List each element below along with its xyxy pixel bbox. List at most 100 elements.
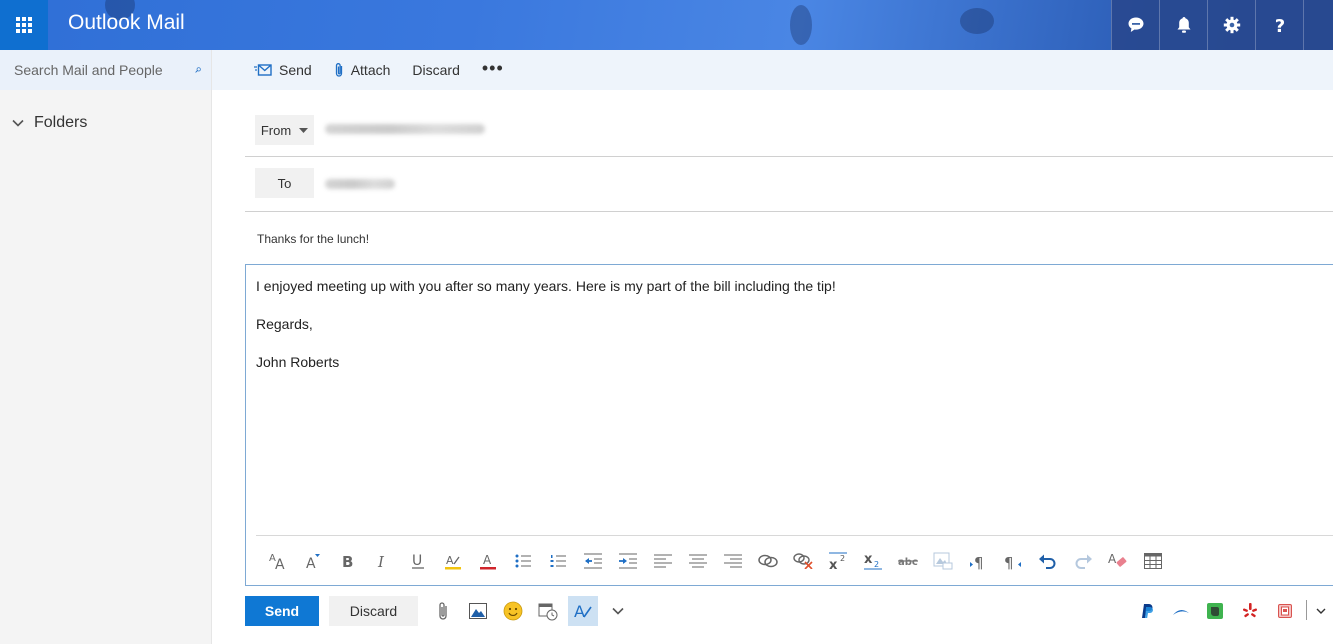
- help-button[interactable]: ?: [1255, 0, 1303, 50]
- calendar-clock-icon: [538, 603, 558, 621]
- remove-link-icon: [792, 552, 813, 569]
- italic-icon: I: [377, 553, 385, 570]
- bold-button[interactable]: B: [330, 546, 365, 576]
- numbering-icon: [550, 554, 566, 567]
- schedule-button[interactable]: [533, 596, 563, 626]
- insert-picture-button[interactable]: [463, 596, 493, 626]
- superscript-button[interactable]: x 2: [820, 546, 855, 576]
- attach-button[interactable]: [428, 596, 458, 626]
- addins-more-button[interactable]: [1310, 598, 1332, 624]
- emoji-button[interactable]: [498, 596, 528, 626]
- picture-icon: [469, 603, 487, 619]
- insert-picture-button[interactable]: [925, 546, 960, 576]
- to-label: To: [277, 175, 292, 191]
- bullets-button[interactable]: [505, 546, 540, 576]
- numbering-button[interactable]: [540, 546, 575, 576]
- app-title: Outlook Mail: [68, 11, 185, 34]
- align-left-icon: [653, 554, 672, 567]
- svg-text:A: A: [1108, 552, 1117, 566]
- font-color-button[interactable]: A: [470, 546, 505, 576]
- align-right-icon: [723, 554, 742, 567]
- office-addin[interactable]: [1272, 598, 1298, 624]
- store-addin-icon: [1278, 604, 1292, 618]
- underline-button[interactable]: U: [400, 546, 435, 576]
- svg-text:A: A: [574, 602, 585, 621]
- paypal-addin[interactable]: [1134, 598, 1160, 624]
- paperclip-icon: [439, 602, 447, 620]
- sidebar: Folders: [0, 50, 212, 644]
- undo-button[interactable]: [1030, 546, 1065, 576]
- to-row: To: [245, 157, 1333, 212]
- format-text-icon: A: [574, 602, 592, 621]
- send-icon: [254, 64, 272, 76]
- svg-text:A: A: [483, 553, 492, 567]
- discard-command-label: Discard: [412, 62, 460, 78]
- svg-text:¶: ¶: [974, 554, 984, 570]
- chat-button[interactable]: [1111, 0, 1159, 50]
- align-center-icon: [688, 554, 707, 567]
- from-address-redacted: [325, 124, 485, 134]
- clear-format-button[interactable]: A: [1100, 546, 1135, 576]
- command-bar: Send Attach Discard •••: [212, 50, 1333, 90]
- subscript-button[interactable]: x 2: [855, 546, 890, 576]
- svg-text:B: B: [342, 553, 353, 570]
- evernote-icon: [1207, 603, 1223, 619]
- gear-icon: [1223, 16, 1240, 34]
- rtl-button[interactable]: ¶: [995, 546, 1030, 576]
- folders-label: Folders: [34, 114, 88, 131]
- discard-button[interactable]: Discard: [329, 596, 418, 626]
- grow-font-button[interactable]: A: [295, 546, 330, 576]
- message-body-editor[interactable]: I enjoyed meeting up with you after so m…: [245, 264, 1333, 586]
- insert-link-button[interactable]: [750, 546, 785, 576]
- yelp-addin[interactable]: [1237, 598, 1263, 624]
- insert-picture-icon: [933, 552, 952, 569]
- notifications-button[interactable]: [1159, 0, 1207, 50]
- to-button[interactable]: To: [255, 168, 314, 198]
- align-left-button[interactable]: [645, 546, 680, 576]
- search-icon[interactable]: [195, 61, 201, 79]
- format-options-button[interactable]: A: [568, 596, 598, 626]
- search-input[interactable]: [14, 62, 195, 78]
- increase-indent-icon: [618, 553, 637, 568]
- message-body[interactable]: I enjoyed meeting up with you after so m…: [256, 277, 836, 391]
- attach-command[interactable]: Attach: [334, 62, 390, 78]
- send-button[interactable]: Send: [245, 596, 319, 626]
- discard-command[interactable]: Discard: [412, 62, 459, 78]
- insert-table-button[interactable]: [1135, 546, 1170, 576]
- boomerang-addin[interactable]: [1168, 598, 1194, 624]
- highlight-button[interactable]: A: [435, 546, 470, 576]
- body-paragraph: John Roberts: [256, 354, 340, 370]
- align-right-button[interactable]: [715, 546, 750, 576]
- settings-button[interactable]: [1207, 0, 1255, 50]
- more-commands-button[interactable]: •••: [482, 58, 504, 79]
- more-options-button[interactable]: [603, 596, 633, 626]
- bell-icon: [1177, 17, 1190, 33]
- chevron-down-icon: [612, 607, 624, 615]
- strikethrough-icon: abc: [897, 557, 918, 568]
- remove-link-button[interactable]: [785, 546, 820, 576]
- folders-toggle[interactable]: Folders: [0, 100, 211, 146]
- app-launcher-button[interactable]: [0, 0, 48, 50]
- svg-text:2: 2: [874, 560, 879, 569]
- decrease-indent-button[interactable]: [575, 546, 610, 576]
- svg-text:I: I: [377, 553, 385, 570]
- send-command[interactable]: Send: [254, 62, 312, 78]
- yelp-icon: [1242, 603, 1258, 618]
- ltr-icon: ¶: [969, 554, 984, 570]
- increase-indent-button[interactable]: [610, 546, 645, 576]
- svg-text:x: x: [864, 552, 873, 567]
- ltr-button[interactable]: ¶: [960, 546, 995, 576]
- evernote-addin[interactable]: [1202, 598, 1228, 624]
- redo-button[interactable]: [1065, 546, 1100, 576]
- strikethrough-button[interactable]: abc: [890, 546, 925, 576]
- from-label: From: [260, 122, 292, 138]
- align-center-button[interactable]: [680, 546, 715, 576]
- italic-button[interactable]: I: [365, 546, 400, 576]
- to-address-redacted[interactable]: [325, 179, 395, 189]
- subject-field[interactable]: Thanks for the lunch!: [257, 232, 369, 246]
- svg-text:2: 2: [840, 554, 845, 563]
- addins-separator: [1306, 600, 1307, 620]
- from-dropdown[interactable]: From: [255, 115, 314, 145]
- font-size-button[interactable]: A A: [260, 546, 295, 576]
- formatting-toolbar: A A A B I U A A x 2 x 2 abc ¶ ¶ A: [256, 535, 1333, 585]
